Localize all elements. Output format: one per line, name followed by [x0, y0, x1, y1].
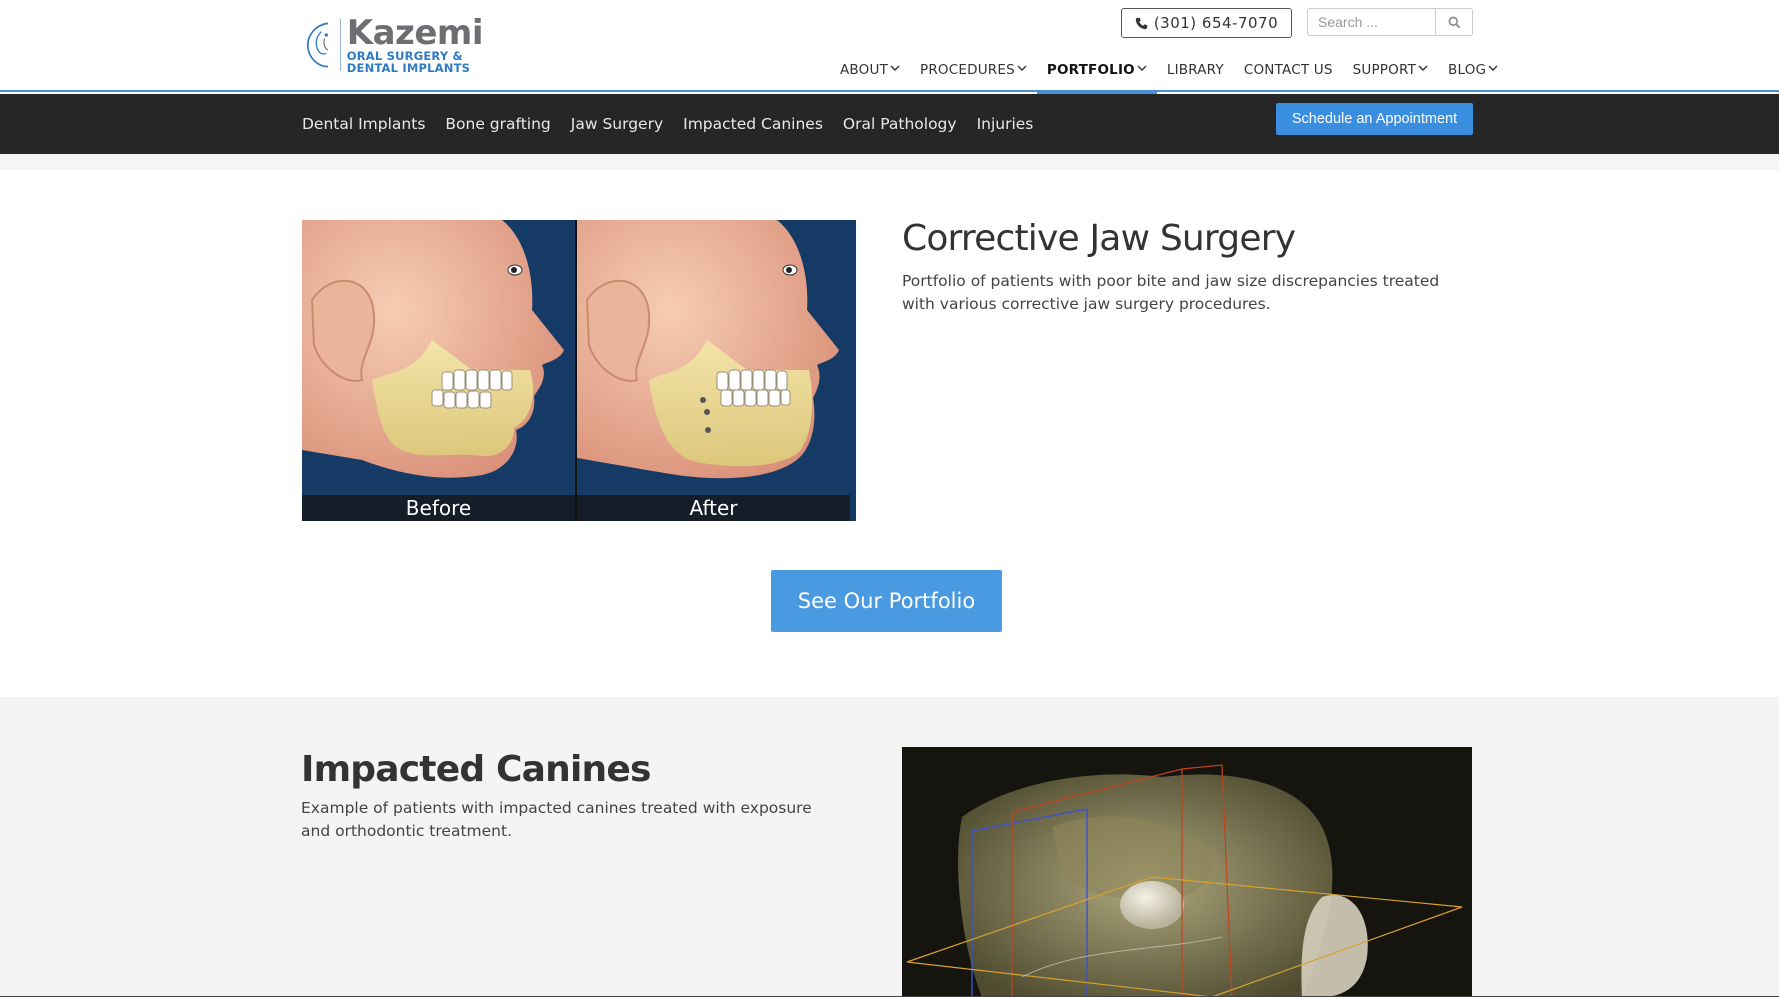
impacted-canines-description: Example of patients with impacted canine… — [301, 799, 812, 840]
before-after-image: Before After — [302, 220, 856, 521]
search-input[interactable] — [1308, 9, 1435, 35]
before-caption: Before — [302, 495, 575, 521]
subnav-oral-pathology[interactable]: Oral Pathology — [843, 115, 957, 133]
phone-number: (301) 654-7070 — [1153, 14, 1279, 32]
chevron-down-icon — [890, 65, 900, 71]
jaw-surgery-description: Portfolio of patients with poor bite and… — [902, 272, 1440, 313]
nav-label: LIBRARY — [1166, 62, 1224, 78]
chevron-down-icon — [1418, 65, 1428, 71]
after-panel: After — [577, 220, 856, 521]
subnav-impacted-canines[interactable]: Impacted Canines — [683, 115, 823, 133]
nav-procedures[interactable]: PROCEDURES — [910, 52, 1037, 92]
nav-support[interactable]: SUPPORT — [1343, 52, 1438, 92]
chevron-down-icon — [1137, 65, 1147, 71]
subnav-injuries[interactable]: Injuries — [977, 115, 1034, 133]
nav-portfolio[interactable]: PORTFOLIO — [1036, 52, 1157, 94]
nav-label: PROCEDURES — [920, 62, 1015, 78]
nav-label: BLOG — [1448, 62, 1487, 78]
chevron-down-icon — [1488, 65, 1498, 71]
subnav-jaw-surgery[interactable]: Jaw Surgery — [571, 115, 663, 133]
ct-scan-image — [902, 747, 1472, 997]
impacted-canines-title: Impacted Canines — [301, 749, 651, 790]
logo-text: Kazemi ORAL SURGERY & DENTAL IMPLANTS — [346, 12, 484, 75]
nav-contact-us[interactable]: CONTACT US — [1234, 52, 1343, 92]
nav-label: CONTACT US — [1243, 62, 1333, 78]
site-logo[interactable]: Kazemi ORAL SURGERY & DENTAL IMPLANTS — [303, 12, 484, 76]
nav-blog[interactable]: BLOG — [1438, 52, 1508, 92]
main-nav: ABOUT PROCEDURES PORTFOLIO LIBRARY CONTA… — [830, 52, 1508, 94]
nav-about[interactable]: ABOUT — [830, 52, 910, 92]
site-header: Kazemi ORAL SURGERY & DENTAL IMPLANTS (3… — [0, 0, 1779, 94]
logo-face-icon — [306, 22, 329, 68]
before-panel: Before — [302, 220, 575, 521]
procedures-subnav: Dental Implants Bone grafting Jaw Surger… — [0, 94, 1779, 154]
nav-label: ABOUT — [840, 62, 889, 78]
chevron-down-icon — [1017, 65, 1027, 71]
separator-strip — [0, 154, 1779, 170]
logo-divider — [339, 19, 341, 71]
subnav-links: Dental Implants Bone grafting Jaw Surger… — [302, 94, 1053, 154]
impacted-canines-section: Impacted Canines Example of patients wit… — [0, 697, 1779, 997]
ct-scan-illustration — [902, 747, 1472, 997]
subnav-bone-grafting[interactable]: Bone grafting — [445, 115, 550, 133]
after-illustration — [577, 220, 856, 521]
search-button[interactable] — [1435, 9, 1472, 35]
nav-library[interactable]: LIBRARY — [1157, 52, 1234, 92]
subnav-dental-implants[interactable]: Dental Implants — [302, 115, 425, 133]
nav-label: PORTFOLIO — [1046, 62, 1135, 78]
after-caption: After — [577, 495, 850, 521]
logo-subtitle-2: DENTAL IMPLANTS — [346, 61, 471, 75]
search-box — [1307, 8, 1473, 36]
jaw-surgery-section: Before After Corrective Jaw Surgery Port… — [0, 170, 1779, 697]
see-portfolio-button[interactable]: See Our Portfolio — [771, 570, 1002, 632]
before-illustration — [302, 220, 575, 521]
schedule-appointment-button[interactable]: Schedule an Appointment — [1276, 103, 1473, 135]
phone-button[interactable]: (301) 654-7070 — [1121, 8, 1292, 38]
jaw-surgery-title: Corrective Jaw Surgery — [902, 218, 1296, 259]
nav-label: SUPPORT — [1352, 62, 1417, 78]
search-icon — [1448, 16, 1460, 28]
phone-icon — [1135, 17, 1148, 29]
logo-name: Kazemi — [346, 12, 484, 53]
